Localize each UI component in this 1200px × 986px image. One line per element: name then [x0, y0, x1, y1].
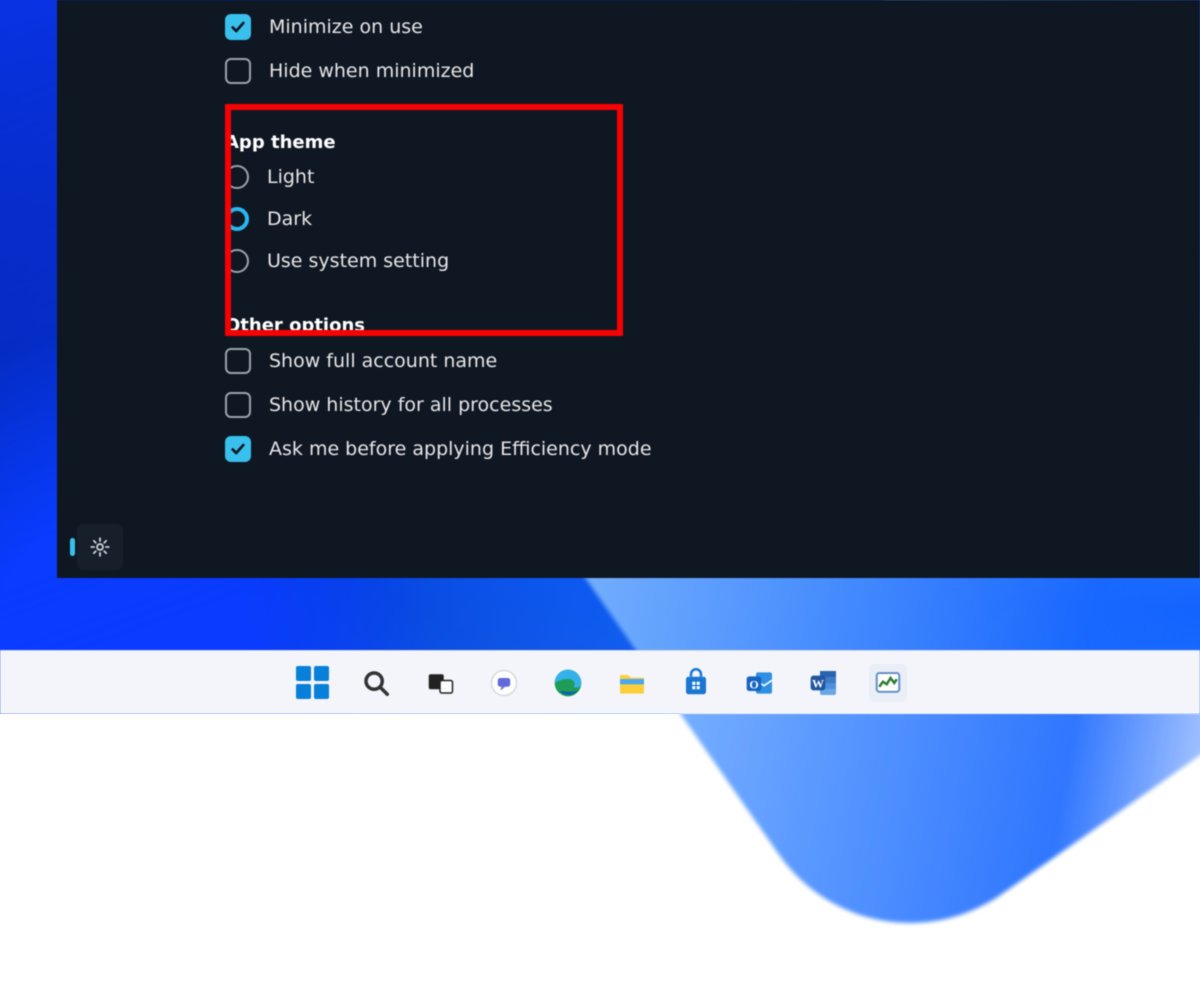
settings-window: Minimize on use Hide when minimized App … [57, 0, 1200, 578]
show-full-account-name-checkbox[interactable] [225, 348, 251, 374]
store-icon [681, 668, 711, 698]
task-view-icon [425, 668, 455, 698]
svg-text:O: O [749, 677, 758, 691]
app-theme-heading: App theme [225, 132, 1200, 153]
taskbar-word-button[interactable]: W [805, 664, 843, 702]
ask-before-efficiency-label: Ask me before applying Efficiency mode [269, 438, 652, 460]
window-behavior-group: Minimize on use Hide when minimized [225, 0, 1200, 84]
other-options-heading: Other options [225, 315, 1200, 336]
taskbar-store-button[interactable] [677, 664, 715, 702]
taskbar-chat-button[interactable] [485, 664, 523, 702]
word-icon: W [808, 667, 840, 699]
hide-when-minimized-label: Hide when minimized [269, 60, 474, 82]
taskbar: O W [0, 650, 1200, 714]
taskbar-task-view-button[interactable] [421, 664, 459, 702]
search-icon [361, 668, 391, 698]
taskbar-task-manager-button[interactable] [869, 664, 907, 702]
show-full-account-name-label: Show full account name [269, 350, 497, 372]
taskbar-search-button[interactable] [357, 664, 395, 702]
chat-icon [489, 668, 519, 698]
edge-icon [552, 667, 584, 699]
theme-light-label: Light [267, 166, 314, 188]
folder-icon [616, 667, 648, 699]
other-options-group: Other options Show full account name Sho… [225, 315, 1200, 462]
minimize-on-use-checkbox[interactable] [225, 14, 251, 40]
task-manager-icon [873, 668, 903, 698]
taskbar-edge-button[interactable] [549, 664, 587, 702]
checkmark-icon [230, 441, 246, 457]
taskbar-outlook-button[interactable]: O [741, 664, 779, 702]
theme-dark-radio[interactable] [225, 207, 249, 231]
taskbar-file-explorer-button[interactable] [613, 664, 651, 702]
outlook-icon: O [744, 667, 776, 699]
hide-when-minimized-checkbox[interactable] [225, 58, 251, 84]
show-history-all-processes-checkbox[interactable] [225, 392, 251, 418]
theme-system-radio[interactable] [225, 249, 249, 273]
theme-system-label: Use system setting [267, 250, 449, 272]
theme-dark-label: Dark [267, 208, 312, 230]
show-history-all-processes-label: Show history for all processes [269, 394, 553, 416]
checkmark-icon [230, 19, 246, 35]
taskbar-start-button[interactable] [293, 664, 331, 702]
minimize-on-use-label: Minimize on use [269, 16, 423, 38]
app-theme-group: App theme Light Dark Use system setting [225, 102, 1200, 301]
svg-text:W: W [812, 676, 824, 690]
theme-light-radio[interactable] [225, 165, 249, 189]
ask-before-efficiency-checkbox[interactable] [225, 436, 251, 462]
windows-start-icon [296, 666, 329, 699]
